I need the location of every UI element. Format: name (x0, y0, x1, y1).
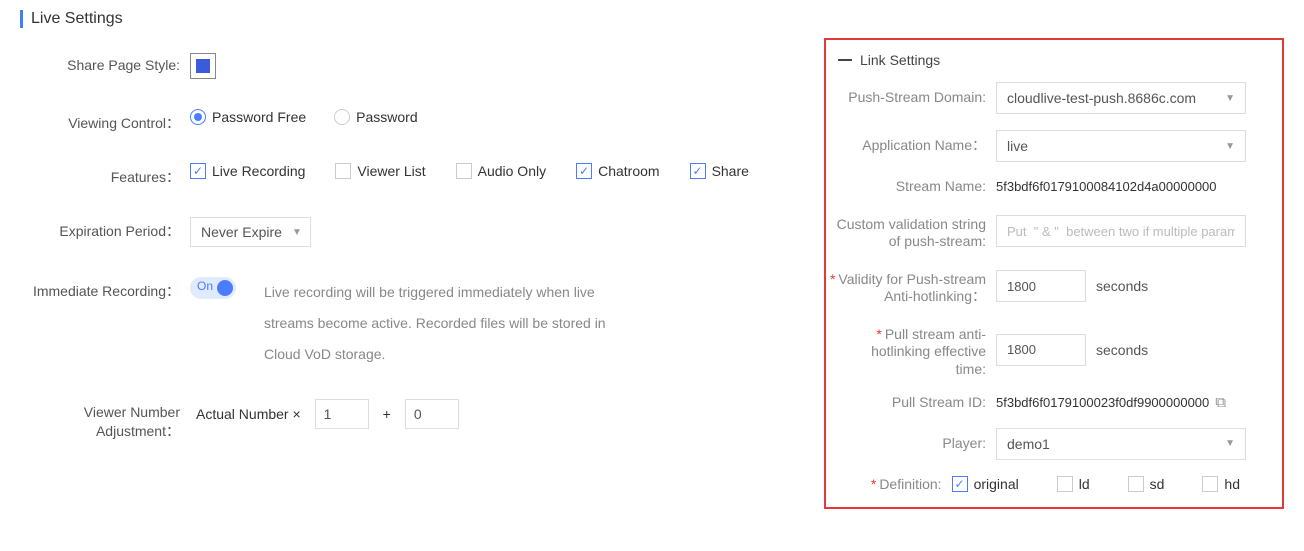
chevron-down-icon: ▼ (1225, 438, 1235, 449)
checkbox-def-sd[interactable]: sd (1128, 476, 1165, 492)
label-viewing-control: Viewing Control： (20, 109, 190, 133)
immediate-recording-hint: Live recording will be triggered immedia… (264, 277, 644, 369)
checkbox-viewer-list-label: Viewer List (357, 163, 425, 179)
input-custom-validation[interactable] (996, 215, 1246, 247)
select-player[interactable]: demo1 ▼ (996, 428, 1246, 460)
input-viewer-addend[interactable] (405, 399, 459, 429)
chevron-down-icon: ▼ (1225, 93, 1235, 104)
push-stream-domain-value: cloudlive-test-push.8686c.com (1007, 90, 1196, 106)
chevron-down-icon: ▼ (292, 227, 302, 238)
label-share-page-style: Share Page Style: (20, 53, 190, 73)
checkbox-live-recording[interactable]: ✓ Live Recording (190, 163, 305, 179)
def-sd-label: sd (1150, 476, 1165, 492)
input-viewer-multiplier[interactable] (315, 399, 369, 429)
select-push-stream-domain[interactable]: cloudlive-test-push.8686c.com ▼ (996, 82, 1246, 114)
label-expiration-period: Expiration Period： (20, 217, 190, 241)
label-application-name: Application Name： (826, 137, 996, 155)
plus-label: + (383, 406, 391, 422)
player-value: demo1 (1007, 436, 1050, 452)
label-viewer-number-adjust: Viewer Number Adjustment： (20, 399, 190, 439)
def-original-label: original (974, 476, 1019, 492)
dash-icon (838, 59, 852, 61)
checkbox-audio-only[interactable]: Audio Only (456, 163, 546, 179)
checkbox-def-original[interactable]: ✓ original (952, 476, 1019, 492)
label-player: Player: (826, 435, 996, 453)
application-name-value: live (1007, 138, 1028, 154)
checkbox-audio-only-label: Audio Only (478, 163, 546, 179)
label-features: Features： (20, 163, 190, 187)
share-page-style-color[interactable] (190, 53, 216, 79)
def-ld-label: ld (1079, 476, 1090, 492)
checkbox-def-ld[interactable]: ld (1057, 476, 1090, 492)
section-title-live-settings: Live Settings (20, 10, 784, 28)
checkbox-chatroom-label: Chatroom (598, 163, 659, 179)
select-expiration-value: Never Expire (201, 224, 282, 240)
label-push-anti-hotlinking: *Validity for Push-stream Anti-hotlinkin… (826, 267, 996, 306)
label-immediate-recording: Immediate Recording： (20, 277, 190, 301)
stream-name-value: 5f3bdf6f0179100084102d4a00000000 (996, 179, 1217, 194)
radio-password[interactable]: Password (334, 109, 417, 125)
toggle-immediate-recording[interactable]: On (190, 277, 236, 299)
unit-seconds: seconds (1096, 342, 1148, 358)
checkbox-def-hd[interactable]: hd (1202, 476, 1240, 492)
select-expiration-period[interactable]: Never Expire ▼ (190, 217, 311, 247)
checkbox-share-label: Share (712, 163, 749, 179)
toggle-on-label: On (197, 279, 213, 293)
radio-password-free[interactable]: Password Free (190, 109, 306, 125)
chevron-down-icon: ▼ (1225, 141, 1235, 152)
unit-seconds: seconds (1096, 278, 1148, 294)
label-custom-validation: Custom validation string of push-stream: (826, 212, 996, 251)
checkbox-chatroom[interactable]: ✓ Chatroom (576, 163, 659, 179)
label-definition: *Definition: (826, 476, 952, 494)
label-pull-stream-id: Pull Stream ID: (826, 394, 996, 412)
def-hd-label: hd (1224, 476, 1240, 492)
checkbox-viewer-list[interactable]: Viewer List (335, 163, 425, 179)
label-push-stream-domain: Push-Stream Domain: (826, 89, 996, 107)
select-application-name[interactable]: live ▼ (996, 130, 1246, 162)
checkbox-live-recording-label: Live Recording (212, 163, 305, 179)
actual-number-x-label: Actual Number × (196, 406, 301, 422)
label-stream-name: Stream Name: (826, 178, 996, 196)
input-pull-anti-hotlinking[interactable] (996, 334, 1086, 366)
copy-icon[interactable]: ⧉ (1215, 394, 1226, 411)
link-settings-panel: Link Settings Push-Stream Domain: cloudl… (824, 38, 1284, 509)
input-push-anti-hotlinking[interactable] (996, 270, 1086, 302)
link-settings-legend: Link Settings (826, 52, 1262, 68)
radio-password-label: Password (356, 109, 417, 125)
radio-password-free-label: Password Free (212, 109, 306, 125)
pull-stream-id-value: 5f3bdf6f0179100023f0df9900000000 (996, 395, 1209, 410)
checkbox-share[interactable]: ✓ Share (690, 163, 749, 179)
label-pull-anti-hotlinking: *Pull stream anti- hotlinking effective … (826, 322, 996, 379)
